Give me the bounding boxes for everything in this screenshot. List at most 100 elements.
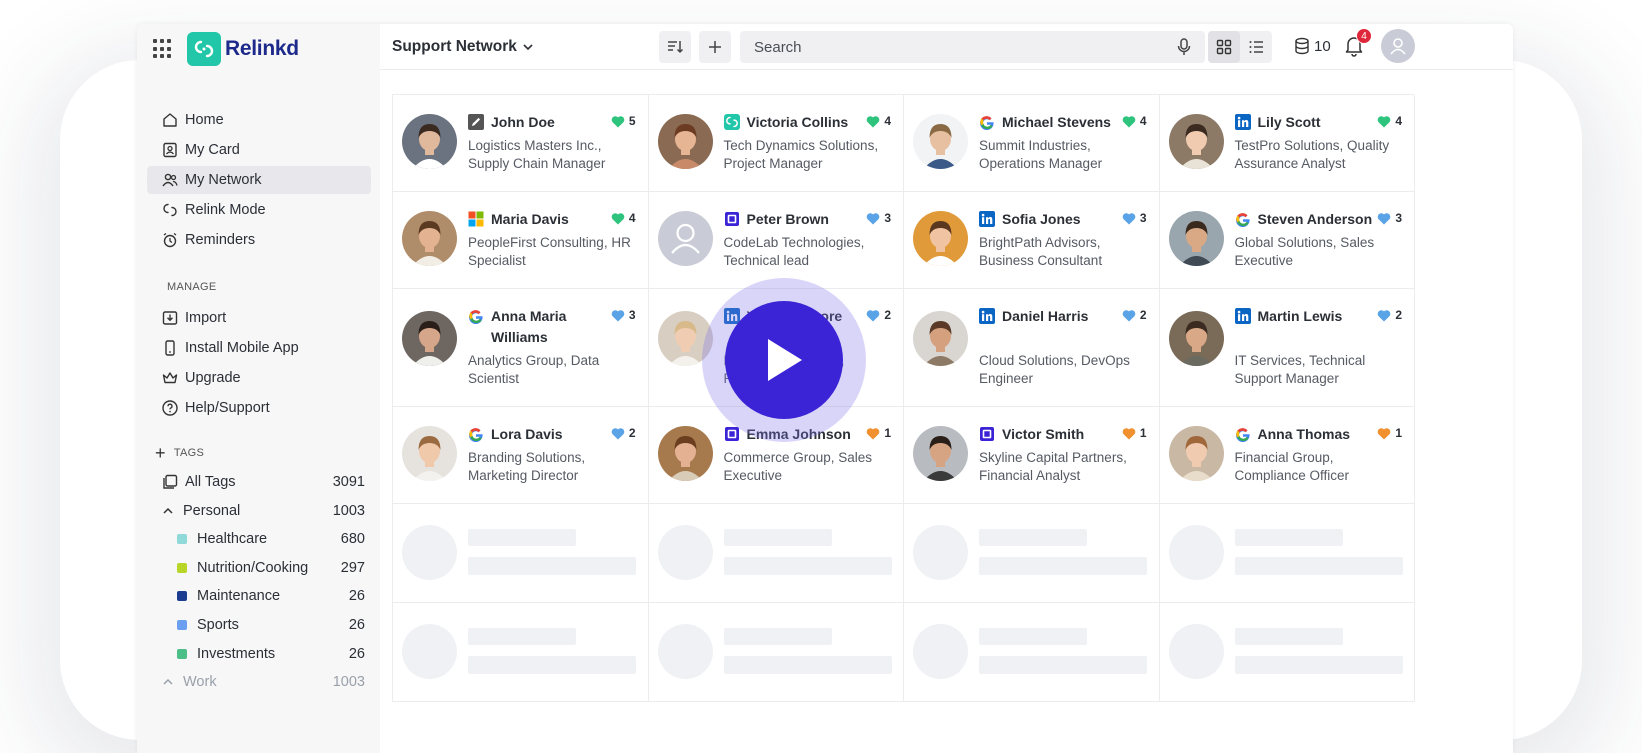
contact-card[interactable]: Michael Stevens Summit Industries, Operat… xyxy=(904,95,1160,192)
nav-item-install-mobile-app[interactable]: Install Mobile App xyxy=(147,334,371,362)
tag-item-maintenance[interactable]: Maintenance 26 xyxy=(147,582,371,610)
heart-icon xyxy=(866,115,884,128)
tag-item-nutrition-cooking[interactable]: Nutrition/Cooking 297 xyxy=(147,554,371,582)
contact-company: Tech Dynamics Solutions, Project Manager xyxy=(723,138,879,171)
nav-label: My Card xyxy=(185,142,240,158)
relationship-score: 2 xyxy=(1377,308,1402,322)
heart-icon xyxy=(1122,115,1140,128)
network-icon xyxy=(162,173,178,187)
contact-card[interactable]: Sofia Jones BrightPath Advisors, Business… xyxy=(904,192,1160,289)
contact-name-row: Lily Scott xyxy=(1234,112,1375,133)
microphone-icon[interactable] xyxy=(1177,38,1191,56)
tags-icon xyxy=(163,474,178,489)
brand-name: Relinkd xyxy=(225,37,299,60)
tag-color-swatch xyxy=(177,591,187,602)
video-play-button[interactable] xyxy=(702,278,866,442)
contact-grid: John Doe Logistics Masters Inc., Supply C… xyxy=(392,94,1415,702)
personal-group-row[interactable]: Personal 1003 xyxy=(147,497,371,525)
contact-name-row: Anna Maria Williams xyxy=(468,306,608,348)
skeleton-line xyxy=(1234,529,1343,546)
contact-card[interactable]: Peter Brown CodeLab Technologies, Technic… xyxy=(648,192,904,289)
tag-item-healthcare[interactable]: Healthcare 680 xyxy=(147,525,371,553)
loading-card-placeholder xyxy=(904,504,1160,603)
skeleton-line xyxy=(979,557,1147,575)
contact-card[interactable]: John Doe Logistics Masters Inc., Supply C… xyxy=(393,95,649,192)
apps-grid-icon[interactable] xyxy=(153,39,173,59)
tags-section-label: + TAGS xyxy=(155,442,205,464)
score-value: 1 xyxy=(1139,426,1147,440)
nav-item-upgrade[interactable]: Upgrade xyxy=(147,364,371,392)
contact-card[interactable]: Lily Scott TestPro Solutions, Quality Ass… xyxy=(1159,95,1415,192)
plus-icon xyxy=(709,41,721,53)
contact-card[interactable]: Daniel Harris Cloud Solutions, DevOps Eng… xyxy=(904,289,1160,407)
contact-card[interactable]: Victoria Collins Tech Dynamics Solutions,… xyxy=(648,95,904,192)
work-group-row[interactable]: Work 1003 xyxy=(147,668,371,696)
heart-icon xyxy=(1122,427,1140,440)
contact-card[interactable]: Martin Lewis IT Services, Technical Suppo… xyxy=(1159,289,1415,407)
grid-view-button[interactable] xyxy=(1208,31,1240,63)
work-label: Work xyxy=(183,674,217,691)
nav-item-reminders[interactable]: Reminders xyxy=(147,226,371,254)
heart-icon xyxy=(611,427,629,440)
contact-avatar xyxy=(402,426,457,481)
contact-name: Steven Anderson xyxy=(1257,211,1373,227)
contact-card[interactable]: Anna Maria Williams Analytics Group, Data… xyxy=(393,289,649,407)
contact-company: BrightPath Advisors, Business Consultant xyxy=(979,235,1103,268)
add-contact-button[interactable] xyxy=(699,31,731,63)
nav-item-my-card[interactable]: My Card xyxy=(147,136,371,164)
tag-item-investments[interactable]: Investments 26 xyxy=(147,640,371,668)
contact-name: Daniel Harris xyxy=(1002,308,1089,324)
contact-name-row: Michael Stevens xyxy=(979,112,1119,133)
relationship-score: 3 xyxy=(611,308,636,322)
loading-card-placeholder xyxy=(648,504,904,603)
score-value: 2 xyxy=(1139,308,1147,322)
contact-name: Victor Smith xyxy=(1002,426,1085,442)
contact-card[interactable]: Anna Thomas Financial Group, Compliance O… xyxy=(1159,407,1415,504)
tag-count: 26 xyxy=(348,645,365,662)
score-value: 1 xyxy=(884,426,891,440)
nav-item-relink-mode[interactable]: Relink Mode xyxy=(147,196,371,224)
list-view-icon xyxy=(1249,41,1263,53)
contact-card[interactable]: Lora Davis Branding Solutions, Marketing … xyxy=(393,407,649,504)
credits-indicator[interactable]: 10 xyxy=(1294,37,1331,55)
sort-button[interactable] xyxy=(659,31,691,63)
skeleton-line xyxy=(723,529,832,546)
skeleton-line xyxy=(468,628,576,645)
contact-card[interactable]: Victor Smith Skyline Capital Partners, Fi… xyxy=(904,407,1160,504)
nav-item-import[interactable]: Import xyxy=(147,304,371,332)
score-value: 1 xyxy=(1395,426,1402,440)
score-value: 4 xyxy=(884,114,891,128)
list-view-button[interactable] xyxy=(1240,31,1272,63)
search-input[interactable] xyxy=(740,31,1205,63)
nav-item-my-network[interactable]: My Network xyxy=(147,166,371,194)
all-tags-row[interactable]: All Tags 3091 xyxy=(147,468,371,496)
tag-count: 680 xyxy=(340,531,365,548)
contact-name-row: Daniel Harris xyxy=(979,306,1119,327)
sort-icon xyxy=(668,41,684,54)
relationship-score: 2 xyxy=(1122,308,1147,322)
relationship-score: 1 xyxy=(866,426,891,440)
nav-item-help-support[interactable]: Help/Support xyxy=(147,394,371,422)
contact-card[interactable]: Steven Anderson Global Solutions, Sales E… xyxy=(1159,192,1415,289)
score-value: 3 xyxy=(1395,211,1402,225)
score-value: 3 xyxy=(1139,211,1147,225)
contact-avatar xyxy=(657,211,713,266)
contact-card[interactable]: Maria Davis PeopleFirst Consulting, HR Sp… xyxy=(393,192,649,289)
nav-item-home[interactable]: Home xyxy=(147,106,371,134)
loading-card-placeholder xyxy=(1159,603,1415,702)
heart-icon xyxy=(1122,309,1140,322)
work-count: 1003 xyxy=(332,674,365,691)
network-selector[interactable]: Support Network xyxy=(392,38,535,56)
score-value: 4 xyxy=(628,211,636,225)
notifications-button[interactable]: 4 xyxy=(1344,28,1372,62)
heart-icon xyxy=(611,115,629,128)
top-header: Support Network 10 4 xyxy=(380,24,1513,70)
user-avatar[interactable] xyxy=(1381,29,1415,63)
skeleton-avatar xyxy=(913,624,968,679)
tag-item-sports[interactable]: Sports 26 xyxy=(147,611,371,639)
add-tag-icon[interactable]: + xyxy=(155,443,166,464)
notification-badge: 4 xyxy=(1356,28,1372,44)
relationship-score: 3 xyxy=(1377,211,1402,225)
contact-company: Commerce Group, Sales Executive xyxy=(723,450,873,483)
relationship-score: 4 xyxy=(1122,114,1147,128)
